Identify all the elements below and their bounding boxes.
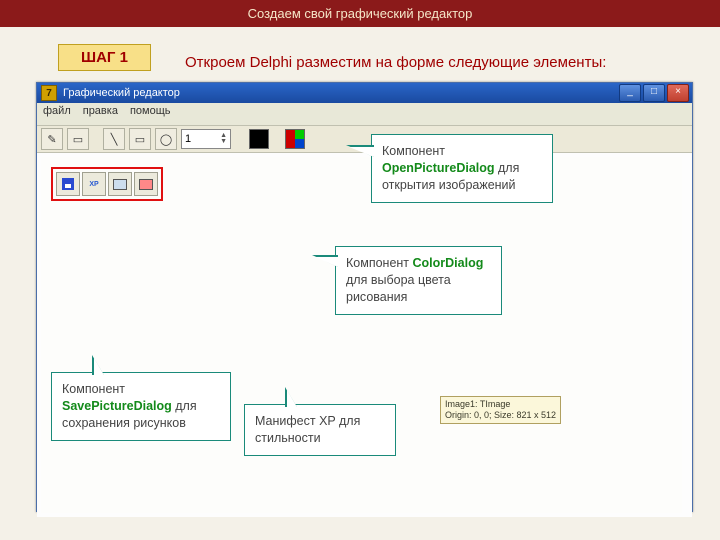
- eraser-icon: ▭: [73, 133, 83, 146]
- monitor-icon: [113, 179, 127, 190]
- step-badge: ШАГ 1: [58, 44, 151, 71]
- rect-icon: ▭: [135, 133, 145, 146]
- close-button[interactable]: ×: [667, 84, 689, 102]
- form-surface[interactable]: XP: [41, 157, 682, 513]
- open-picture-dialog-component[interactable]: [108, 172, 132, 196]
- minimize-button[interactable]: _: [619, 84, 641, 102]
- line-icon: ╲: [111, 133, 118, 146]
- monitor-color-icon: [139, 179, 153, 190]
- image-tooltip: Image1: TImage Origin: 0, 0; Size: 821 x…: [440, 396, 561, 424]
- window-title: Графический редактор: [63, 87, 180, 99]
- tooltip-line-2: Origin: 0, 0; Size: 821 x 512: [445, 410, 556, 421]
- callout-pointer-icon: [312, 255, 338, 267]
- palette-red-icon: [286, 130, 295, 148]
- slide-title: Создаем свой графический редактор: [0, 0, 720, 27]
- current-color-swatch[interactable]: [249, 129, 269, 149]
- app-icon: 7: [41, 85, 57, 101]
- menu-edit[interactable]: правка: [83, 105, 118, 123]
- color-dialog-component[interactable]: [134, 172, 158, 196]
- diskette-icon: [62, 178, 74, 190]
- callout-color-dialog: Компонент ColorDialog для выбора цвета р…: [335, 246, 502, 315]
- callout-text: Манифест XP для стильности: [255, 414, 360, 445]
- callout-pointer-icon: [285, 387, 297, 407]
- menu-bar: файл правка помощь: [37, 103, 692, 126]
- ellipse-tool-button[interactable]: ◯: [155, 128, 177, 150]
- callout-text-2: для выбора цвета рисования: [346, 273, 451, 304]
- callout-pointer-icon: [346, 145, 374, 157]
- callout-text: Компонент: [382, 144, 445, 158]
- ellipse-icon: ◯: [160, 133, 172, 146]
- maximize-button[interactable]: □: [643, 84, 665, 102]
- callout-keyword: OpenPictureDialog: [382, 161, 495, 175]
- tooltip-line-1: Image1: TImage: [445, 399, 556, 410]
- component-palette-highlight: XP: [51, 167, 163, 201]
- form-designer-area: XP: [37, 153, 692, 517]
- callout-keyword: ColorDialog: [413, 256, 484, 270]
- instruction-text: Откроем Delphi разместим на форме следую…: [185, 54, 606, 71]
- title-bar: 7 Графический редактор _ □ ×: [37, 83, 692, 103]
- callout-open-picture-dialog: Компонент OpenPictureDialog для открытия…: [371, 134, 553, 203]
- line-tool-button[interactable]: ╲: [103, 128, 125, 150]
- callout-keyword: SavePictureDialog: [62, 399, 172, 413]
- save-picture-dialog-component[interactable]: [56, 172, 80, 196]
- eraser-tool-button[interactable]: ▭: [67, 128, 89, 150]
- xp-manifest-component[interactable]: XP: [82, 172, 106, 196]
- spin-arrows-icon: ▲▼: [220, 133, 227, 145]
- xp-badge-icon: XP: [89, 181, 98, 188]
- menu-help[interactable]: помощь: [130, 105, 171, 123]
- callout-text: Компонент: [62, 382, 125, 396]
- width-spin-edit[interactable]: 1 ▲▼: [181, 129, 231, 149]
- rect-tool-button[interactable]: ▭: [129, 128, 151, 150]
- pencil-tool-button[interactable]: ✎: [41, 128, 63, 150]
- palette-mixed-icon: [295, 130, 304, 148]
- pencil-icon: ✎: [47, 133, 56, 146]
- callout-text: Компонент: [346, 256, 413, 270]
- spin-value: 1: [185, 133, 191, 145]
- color-palette-button[interactable]: [285, 129, 305, 149]
- callout-pointer-icon: [92, 355, 104, 375]
- callout-xp-manifest: Манифест XP для стильности: [244, 404, 396, 456]
- window-controls: _ □ ×: [619, 84, 692, 102]
- callout-save-picture-dialog: Компонент SavePictureDialog для сохранен…: [51, 372, 231, 441]
- menu-file[interactable]: файл: [43, 105, 71, 123]
